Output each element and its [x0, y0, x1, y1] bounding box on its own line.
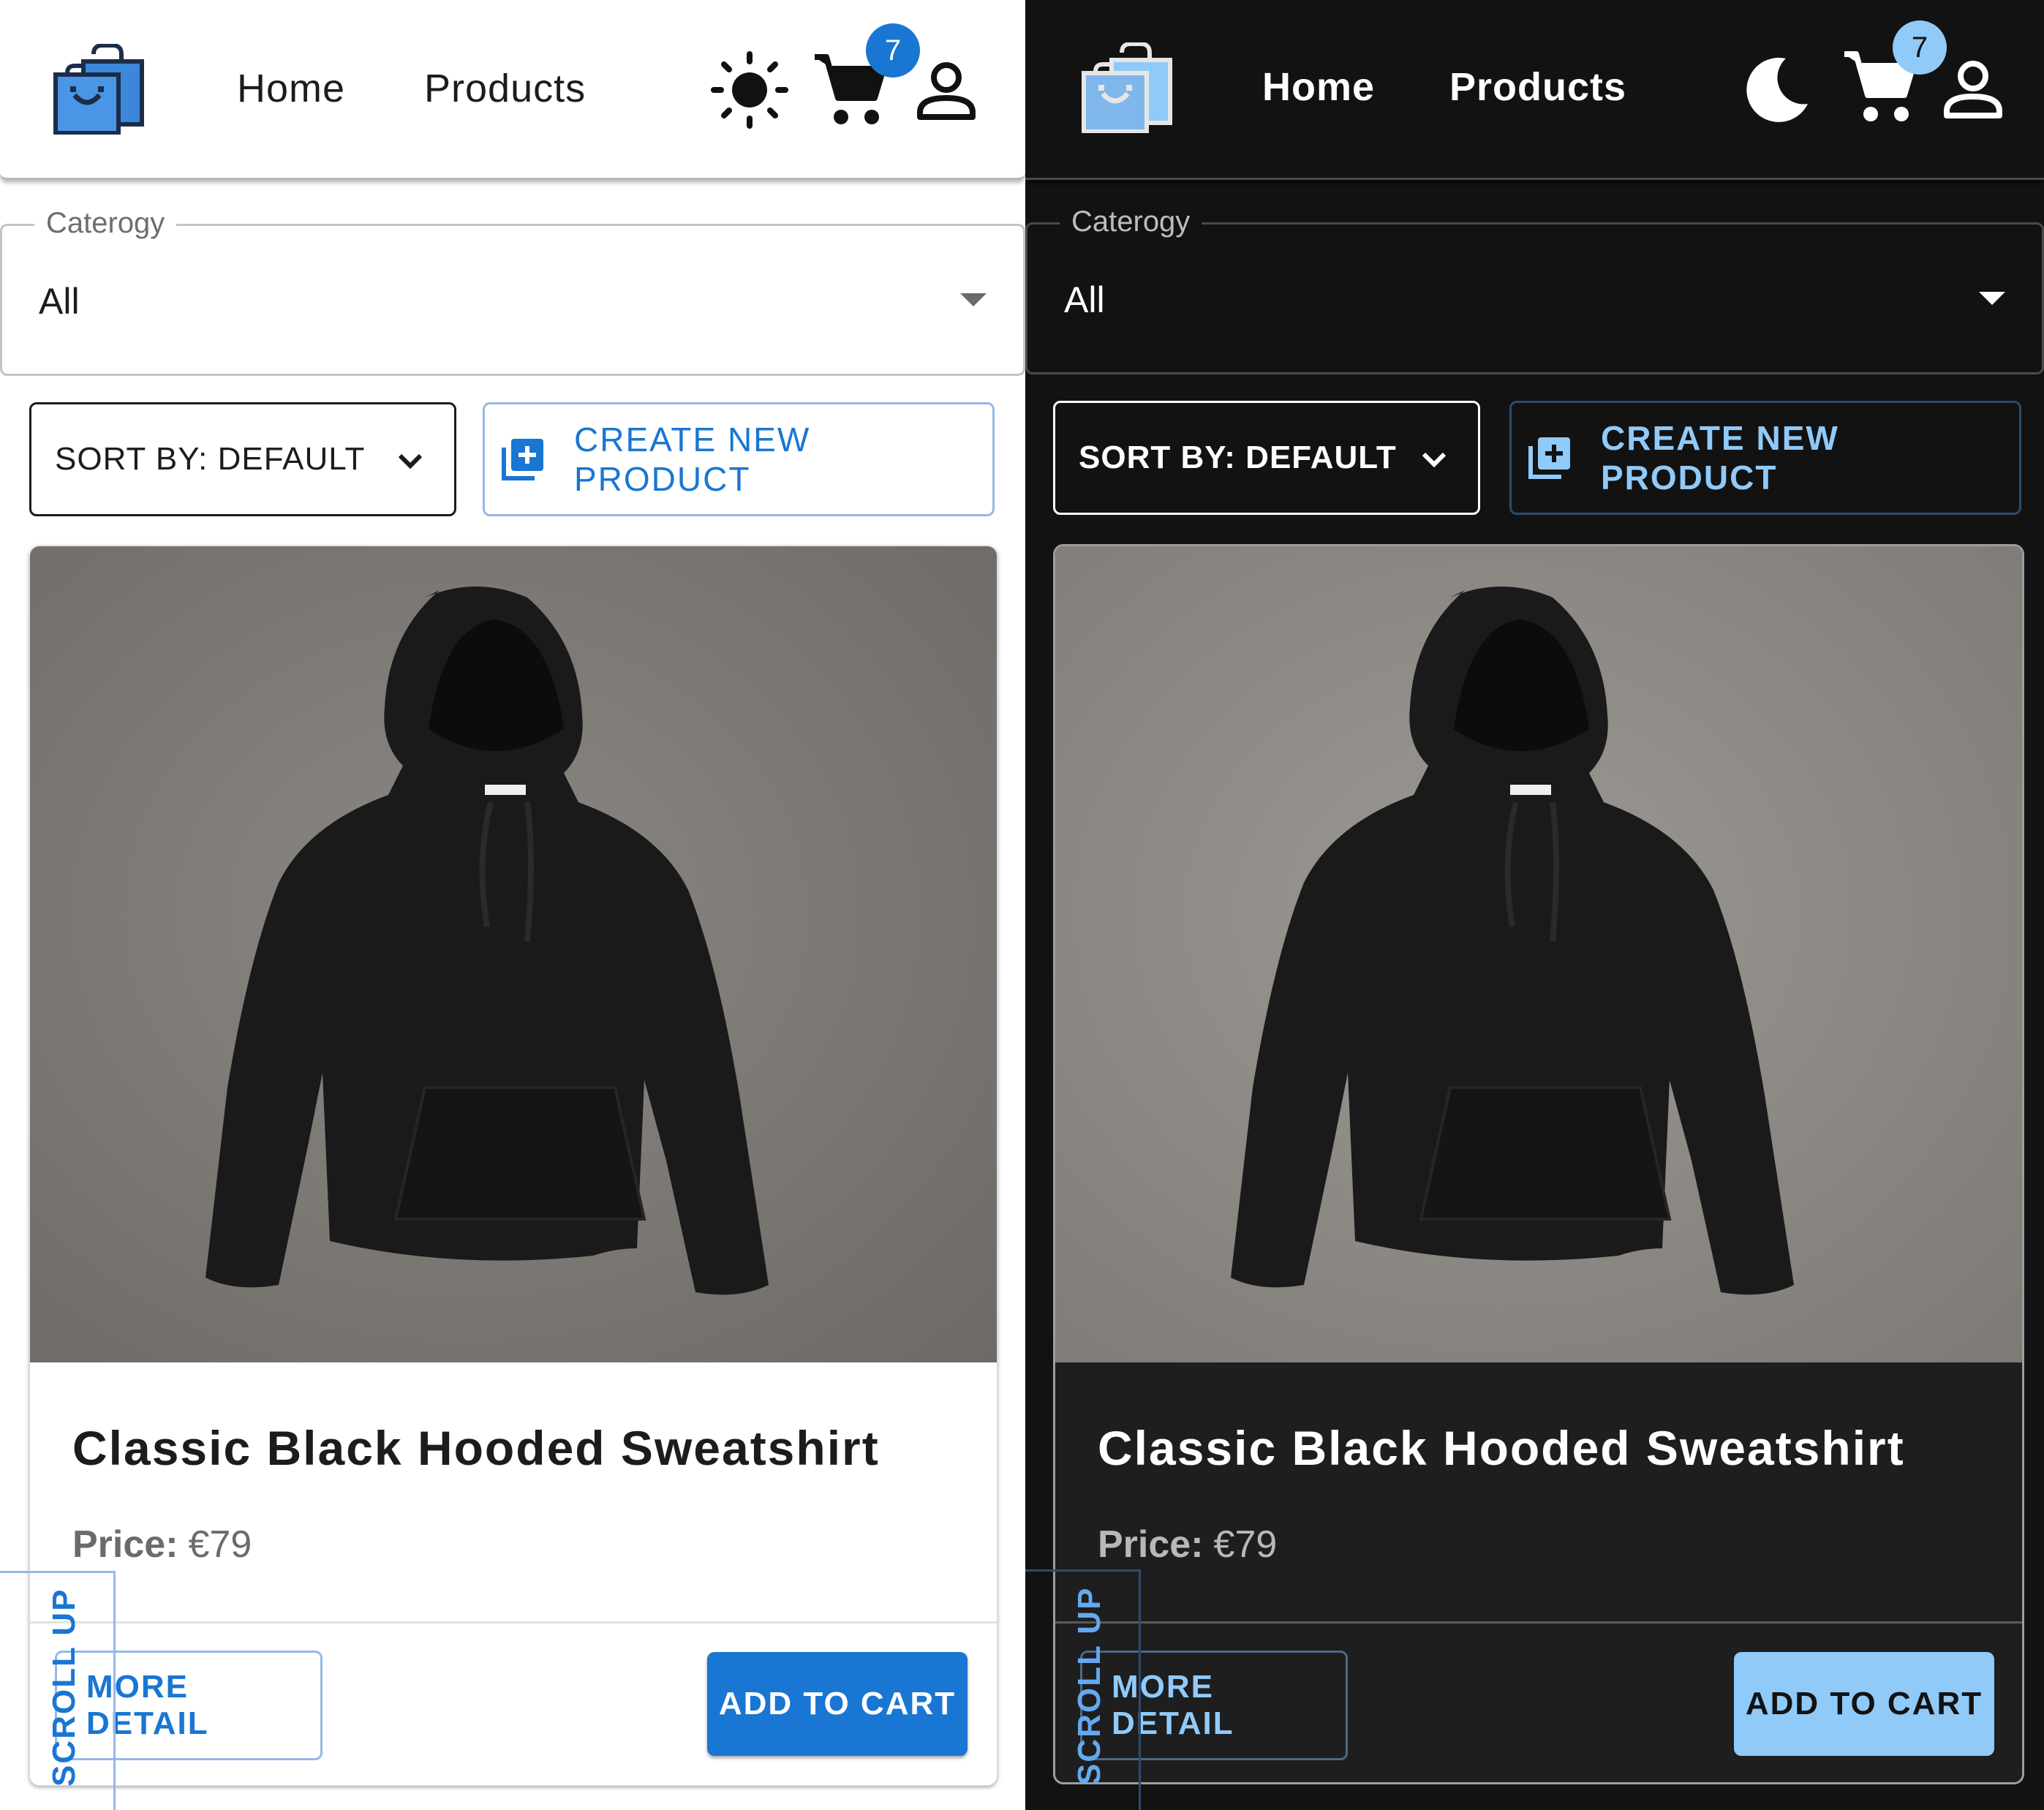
price-label: Price:	[72, 1523, 178, 1566]
shop-logo-icon[interactable]	[1079, 42, 1174, 134]
cart-count-badge: 7	[1893, 20, 1947, 75]
product-image[interactable]	[1055, 546, 2022, 1362]
scroll-up-label: SCROLL UP	[1071, 1586, 1107, 1785]
add-to-cart-button[interactable]: ADD TO CART	[1734, 1652, 1994, 1756]
account-icon[interactable]	[1942, 59, 2004, 124]
app-bar: Home Products 7	[1025, 0, 2044, 180]
product-price: Price: €79	[72, 1519, 252, 1570]
shop-logo-icon[interactable]	[51, 43, 146, 135]
account-icon[interactable]	[916, 60, 977, 125]
nav-home-link[interactable]: Home	[1262, 61, 1375, 113]
product-card: Classic Black Hooded Sweatshirt Price: €7…	[29, 546, 998, 1786]
sort-label: SORT BY: DEFAULT	[55, 441, 366, 477]
price-value: €79	[1213, 1523, 1278, 1566]
sort-label: SORT BY: DEFAULT	[1079, 440, 1397, 475]
price-value: €79	[188, 1523, 252, 1566]
price-label: Price:	[1098, 1523, 1204, 1566]
category-select[interactable]: Caterogy All	[1025, 203, 2044, 374]
add-box-icon	[1528, 437, 1570, 479]
product-price: Price: €79	[1098, 1519, 1277, 1570]
category-value: All	[1064, 279, 1105, 320]
nav-products-link[interactable]: Products	[1449, 61, 1626, 113]
chevron-down-icon	[398, 453, 423, 470]
sort-button[interactable]: SORT BY: DEFAULT	[1053, 401, 1480, 515]
dropdown-arrow-icon	[960, 293, 987, 306]
category-select[interactable]: Caterogy All	[0, 204, 1025, 376]
scroll-up-label: SCROLL UP	[46, 1588, 82, 1787]
scroll-up-button[interactable]: SCROLL UP	[0, 1571, 116, 1810]
category-value: All	[39, 281, 80, 322]
sort-button[interactable]: SORT BY: DEFAULT	[29, 402, 456, 516]
product-card: Classic Black Hooded Sweatshirt Price: €7…	[1053, 544, 2024, 1784]
scroll-up-button[interactable]: SCROLL UP	[1025, 1569, 1141, 1810]
light-theme-panel: Home Products 7 Caterogy All SORT BY: DE…	[0, 0, 1025, 1810]
dark-theme-panel: Home Products 7 Caterogy All SORT BY: DE…	[1025, 0, 2044, 1810]
product-image[interactable]	[30, 546, 997, 1362]
create-product-label: CREATE NEW PRODUCT	[574, 421, 811, 498]
create-product-label: CREATE NEW PRODUCT	[1601, 419, 1839, 497]
category-label: Caterogy	[1060, 203, 1202, 241]
moon-icon[interactable]	[1742, 54, 1812, 128]
dropdown-arrow-icon	[1979, 292, 2005, 305]
create-product-button[interactable]: CREATE NEW PRODUCT	[483, 402, 995, 516]
product-title: Classic Black Hooded Sweatshirt	[72, 1421, 880, 1475]
add-box-icon	[502, 439, 543, 480]
card-divider	[1055, 1621, 2022, 1624]
create-product-button[interactable]: CREATE NEW PRODUCT	[1509, 401, 2021, 515]
chevron-down-icon	[1422, 452, 1447, 468]
category-label: Caterogy	[34, 204, 177, 242]
card-divider	[30, 1621, 997, 1624]
add-to-cart-button[interactable]: ADD TO CART	[707, 1652, 968, 1756]
nav-home-link[interactable]: Home	[237, 63, 345, 114]
app-bar: Home Products 7	[0, 0, 1025, 180]
product-title: Classic Black Hooded Sweatshirt	[1098, 1421, 1905, 1475]
nav-products-link[interactable]: Products	[424, 63, 586, 114]
cart-count-badge: 7	[866, 23, 920, 78]
sun-icon[interactable]	[709, 50, 790, 134]
